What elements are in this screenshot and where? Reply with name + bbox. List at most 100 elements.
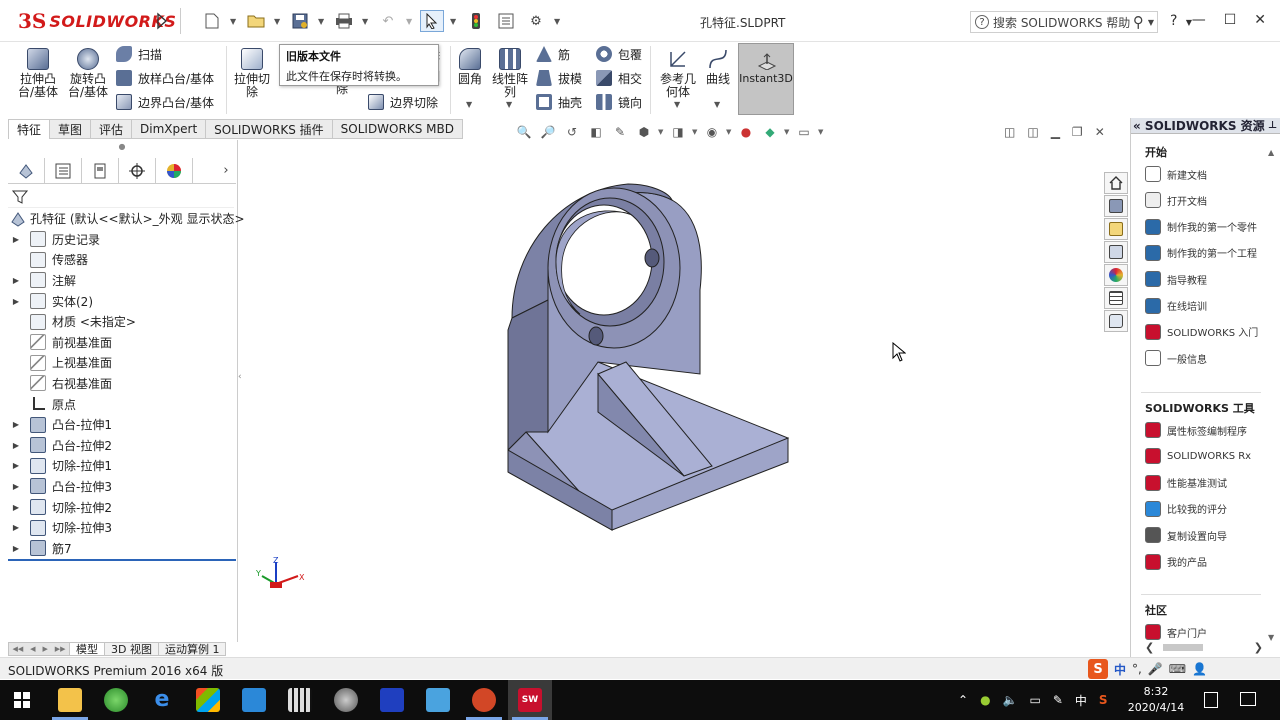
tree-item[interactable]: ▶ 切除-拉伸3 [8, 517, 236, 538]
store-app-icon[interactable] [196, 688, 220, 712]
chevron-down-icon[interactable]: ▼ [674, 100, 680, 109]
chevron-down-icon[interactable]: ▼ [658, 128, 664, 136]
mirror-button[interactable]: 镜向 [596, 92, 642, 112]
tree-item[interactable]: ▶ 凸台-拉伸2 [8, 435, 236, 456]
close-icon[interactable]: ✕ [1254, 12, 1266, 28]
chevron-down-icon[interactable]: ▼ [230, 10, 238, 32]
powerpoint-app-icon[interactable] [472, 688, 496, 712]
microphone-icon[interactable]: 🎤 [1148, 662, 1163, 676]
task-pane-link[interactable]: 一般信息 [1145, 348, 1263, 368]
expand-arrow-icon[interactable]: ▶ [8, 523, 24, 532]
undo-icon[interactable]: ↶ [376, 10, 400, 32]
tray-app-icon[interactable]: ● [980, 693, 990, 707]
notification-icon[interactable] [1240, 692, 1256, 706]
solidworks-app-icon[interactable]: SW [518, 688, 542, 712]
tree-item[interactable]: ▶ 筋7 [8, 538, 236, 559]
tree-item[interactable]: ▶ 凸台-拉伸1 [8, 414, 236, 435]
tree-item[interactable]: 右视基准面 [8, 373, 236, 394]
save-icon[interactable] [288, 10, 312, 32]
wrap-button[interactable]: 包覆 [596, 44, 642, 64]
extrude-boss-button[interactable]: 拉伸凸台/基体 [16, 48, 60, 99]
section-view-icon[interactable]: ◧ [586, 123, 606, 141]
solidworks-logo[interactable]: 3S SOLIDWORKS [18, 8, 176, 34]
windows-start-icon[interactable] [14, 692, 30, 708]
tab-3d-views[interactable]: 3D 视图 [105, 642, 159, 656]
rib-button[interactable]: 筋 [536, 44, 570, 64]
feature-manager-tab[interactable] [8, 158, 45, 184]
expand-arrow-icon[interactable]: ▶ [8, 297, 24, 306]
scroll-down-icon[interactable]: ▼ [1268, 633, 1274, 642]
chevron-down-icon[interactable]: ▼ [274, 10, 282, 32]
last-tab-icon[interactable]: ▶▶ [55, 645, 66, 653]
tree-item[interactable]: 前视基准面 [8, 332, 236, 353]
file-explorer-tab[interactable] [1104, 218, 1128, 240]
expand-arrow-icon[interactable]: ▶ [8, 441, 24, 450]
tab-nav-arrows[interactable]: ◀◀ ◀ ▶ ▶▶ [8, 642, 70, 656]
tab-dimxpert[interactable]: DimXpert [132, 119, 207, 139]
task-pane-link[interactable]: SOLIDWORKS Rx [1145, 446, 1263, 466]
keyboard-icon[interactable]: ⌨ [1169, 662, 1186, 676]
viewport-restore-icon[interactable]: ❐ [1072, 125, 1083, 139]
minimize-icon[interactable]: — [1192, 12, 1206, 28]
sweep-button[interactable]: 扫描 [116, 44, 162, 64]
task-pane-link[interactable]: 指导教程 [1145, 269, 1263, 289]
task-pane-link[interactable]: 复制设置向导 [1145, 525, 1263, 545]
tree-item[interactable]: ▶ 注解 [8, 270, 236, 291]
prev-tab-icon[interactable]: ◀ [30, 645, 35, 653]
tree-item[interactable]: 上视基准面 [8, 353, 236, 374]
viewport-prev-icon[interactable]: ◫ [1004, 125, 1015, 139]
task-pane-link[interactable]: SOLIDWORKS 入门 [1145, 322, 1263, 342]
ime-language[interactable]: 中 [1114, 661, 1126, 678]
viewport-next-icon[interactable]: ◫ [1027, 125, 1038, 139]
file-properties-icon[interactable] [494, 10, 518, 32]
app-icon[interactable] [380, 688, 404, 712]
tree-item[interactable]: 传感器 [8, 250, 236, 271]
pen-icon[interactable]: ✎ [1053, 693, 1063, 707]
maximize-icon[interactable]: ☐ [1224, 12, 1237, 28]
user-icon[interactable]: 👤 [1192, 662, 1207, 676]
help-menu[interactable]: ? ▼ [1170, 13, 1192, 29]
rollback-bar[interactable] [8, 559, 236, 561]
edit-appearance-icon[interactable]: ● [736, 123, 756, 141]
expand-arrow-icon[interactable]: ▶ [8, 420, 24, 429]
expand-arrow-icon[interactable]: ▶ [8, 276, 24, 285]
view-palette-tab[interactable] [1104, 241, 1128, 263]
property-manager-tab[interactable] [45, 158, 82, 184]
loft-boss-button[interactable]: 放样凸台/基体 [116, 68, 214, 88]
app-icon[interactable] [426, 688, 450, 712]
first-tab-icon[interactable]: ◀◀ [12, 645, 23, 653]
network-icon[interactable]: ▭ [1030, 693, 1041, 707]
scroll-thumb[interactable] [1163, 644, 1203, 651]
view-settings-icon[interactable]: ▭ [794, 123, 814, 141]
task-pane-link[interactable]: 新建文档 [1145, 164, 1263, 184]
search-icon[interactable]: ⚲ [1133, 13, 1144, 31]
revolve-boss-button[interactable]: 旋转凸台/基体 [66, 48, 110, 99]
sogou-ime-icon[interactable]: S [1088, 659, 1108, 679]
expand-arrow-icon[interactable]: ▶ [8, 235, 24, 244]
open-folder-icon[interactable] [244, 10, 268, 32]
tree-item[interactable]: ▶ 实体(2) [8, 291, 236, 312]
tree-item[interactable]: ▶ 凸台-拉伸3 [8, 476, 236, 497]
chevron-up-icon[interactable]: ⌃ [958, 693, 968, 707]
edge-app-icon[interactable]: e [150, 688, 174, 712]
print-icon[interactable] [332, 10, 356, 32]
chevron-down-icon[interactable]: ▼ [1148, 18, 1154, 27]
document-icon[interactable] [1204, 692, 1218, 708]
tree-item[interactable]: 材质 <未指定> [8, 311, 236, 332]
reference-geometry-button[interactable]: 参考几何体 [656, 48, 700, 99]
ime-punctuation[interactable]: °, [1132, 662, 1142, 676]
view-orientation-icon[interactable]: ⬢ [634, 123, 654, 141]
calculator-app-icon[interactable] [288, 688, 312, 712]
tree-item[interactable]: ▶ 切除-拉伸2 [8, 497, 236, 518]
panel-grip[interactable]: ● [8, 140, 236, 154]
tab-motion-study[interactable]: 运动算例 1 [158, 642, 227, 656]
next-tab-icon[interactable]: ▶ [42, 645, 47, 653]
task-pane-vscroll[interactable]: ▲ ▼ [1266, 148, 1278, 642]
file-explorer-app-icon[interactable] [58, 688, 82, 712]
design-library-tab[interactable] [1104, 195, 1128, 217]
tray-language[interactable]: 中 [1075, 692, 1087, 709]
mail-app-icon[interactable] [242, 688, 266, 712]
zoom-to-fit-icon[interactable]: 🔍 [514, 123, 534, 141]
chevron-down-icon[interactable]: ▼ [318, 10, 326, 32]
chevron-down-icon[interactable]: ▼ [554, 10, 562, 32]
